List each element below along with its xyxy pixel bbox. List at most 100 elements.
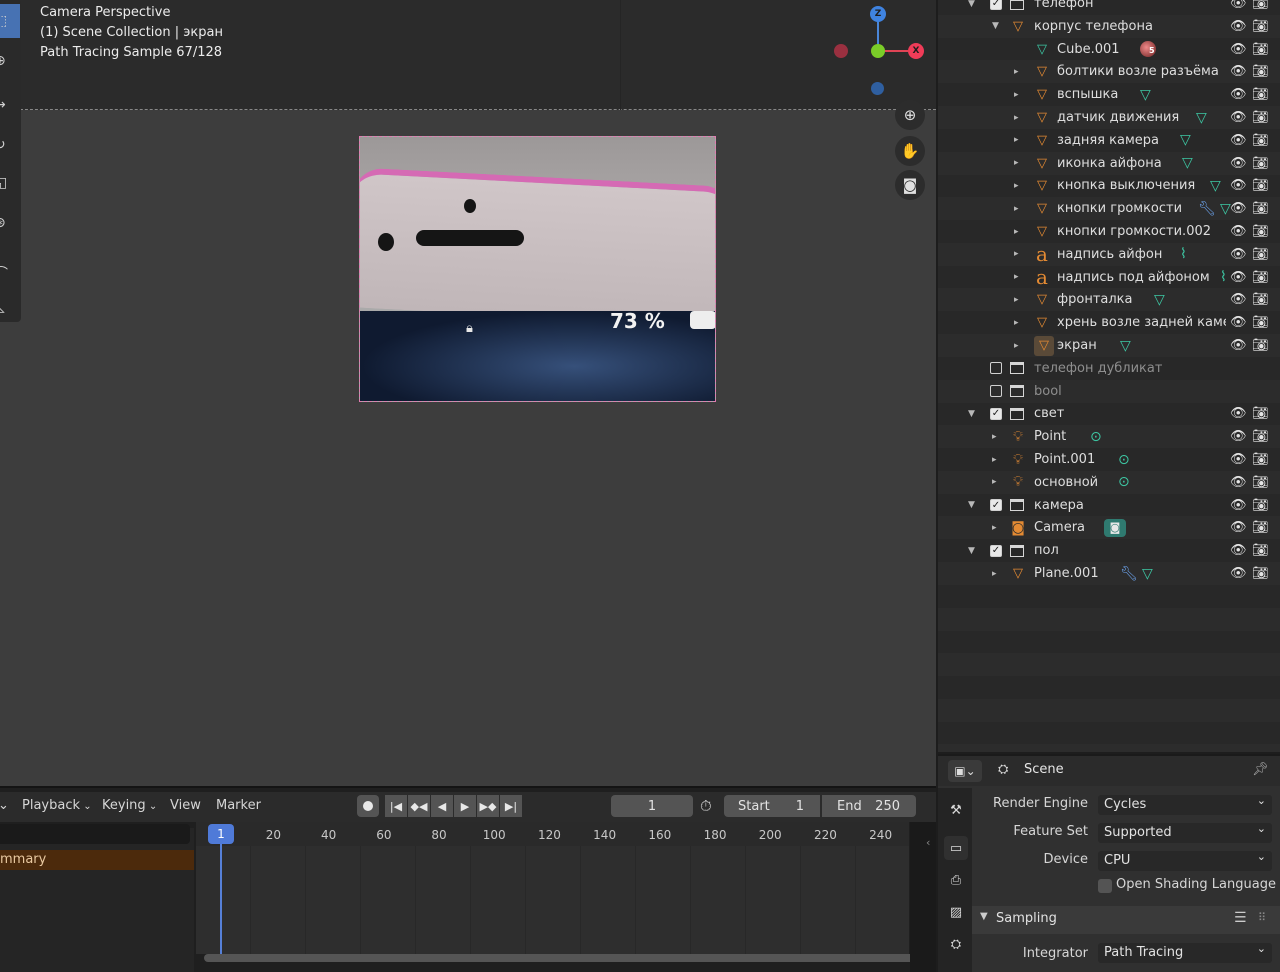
visibility-eye-icon[interactable]: 👁︎ [1230, 543, 1247, 558]
playback-menu[interactable]: Playback [22, 798, 92, 813]
expand-right-icon[interactable]: ▸ [1014, 181, 1019, 191]
camera-data-icon[interactable]: ◙ [1104, 518, 1126, 537]
scale-tool[interactable]: ◱ [0, 166, 20, 200]
next-keyframe-button[interactable]: ▶◆ [477, 795, 500, 817]
mesh-data-icon[interactable]: ▽ [1142, 566, 1153, 582]
outliner-row[interactable]: ▸ ▽ хрень возле задней камеры 👁︎ 📷︎ [938, 311, 1280, 334]
visibility-eye-icon[interactable]: 👁︎ [1230, 315, 1247, 330]
cursor-tool[interactable]: ⊕ [0, 44, 20, 78]
scene-tab[interactable]: ⛭ [944, 932, 968, 956]
render-camera-icon[interactable]: 📷︎ [1252, 201, 1269, 216]
drag-handle-icon[interactable]: ⠿ [1258, 911, 1266, 924]
render-camera-icon[interactable]: 📷︎ [1252, 543, 1269, 558]
mesh-data-icon[interactable]: ▽ [1210, 178, 1221, 194]
prev-keyframe-button[interactable]: ◆◀ [408, 795, 431, 817]
outliner-item-label[interactable]: фронталка [1057, 292, 1133, 307]
expand-right-icon[interactable]: ▸ [1014, 113, 1019, 123]
visibility-eye-icon[interactable]: 👁︎ [1230, 201, 1247, 216]
outliner-row[interactable]: ▸ ▽ фронталка ▽ 👁︎ 📷︎ [938, 288, 1280, 312]
expand-right-icon[interactable]: ▸ [1014, 272, 1019, 282]
outliner-row[interactable]: ▸ a надпись айфон ⌇ 👁︎ 📷︎ [938, 242, 1280, 266]
expand-down-icon[interactable]: ▼ [968, 409, 975, 419]
outliner-item-label[interactable]: корпус телефона [1034, 19, 1153, 34]
mesh-data-icon[interactable]: ▽ [1180, 132, 1191, 148]
mesh-data-icon[interactable]: ▽ [1120, 338, 1131, 354]
editor-type-dropdown[interactable]: ▣⌄ [948, 760, 982, 782]
render-tab[interactable]: ▭ [944, 836, 968, 860]
sidebar-toggle-icon[interactable]: ‹ [926, 836, 930, 849]
expand-right-icon[interactable]: ▸ [1014, 249, 1019, 259]
timeline-scrollbar[interactable] [204, 954, 926, 962]
render-camera-icon[interactable]: 📷︎ [1252, 292, 1269, 307]
outliner-item-label[interactable]: задняя камера [1057, 133, 1159, 148]
visibility-eye-icon[interactable]: 👁︎ [1230, 224, 1247, 239]
visibility-eye-icon[interactable]: 👁︎ [1230, 19, 1247, 34]
list-icon[interactable]: ☰ [1234, 910, 1247, 926]
exclude-checkbox[interactable]: ✓ [990, 544, 1002, 557]
light-data-icon[interactable]: ⊙ [1090, 429, 1102, 445]
outliner-item-label[interactable]: Cube.001 [1057, 42, 1120, 57]
transform-tool[interactable]: ⊛ [0, 206, 20, 240]
exclude-checkbox[interactable]: ✓ [990, 407, 1002, 420]
outliner-item-label[interactable]: датчик движения [1057, 110, 1179, 125]
outliner-row[interactable]: ▸ ◙ Camera ◙ 👁︎ 📷︎ [938, 516, 1280, 540]
render-camera-icon[interactable]: 📷︎ [1252, 42, 1269, 57]
visibility-eye-icon[interactable]: 👁︎ [1230, 247, 1247, 262]
outliner-row[interactable]: ▼ ✓ камера 👁︎ 📷︎ [938, 494, 1280, 517]
exclude-checkbox[interactable] [990, 362, 1002, 375]
outliner-row[interactable]: телефон дубликат [938, 357, 1280, 380]
outliner-row[interactable]: ▼ ✓ свет 👁︎ 📷︎ [938, 402, 1280, 425]
mesh-data-icon[interactable]: ▽ [1154, 292, 1165, 308]
expand-right-icon[interactable]: ▸ [1014, 227, 1019, 237]
exclude-checkbox[interactable] [990, 385, 1002, 398]
outliner-row[interactable]: ▸ ▽ болтики возле разъёма 👁︎ 📷︎ [938, 60, 1280, 84]
curve-data-icon[interactable]: ⌇ [1220, 269, 1227, 285]
outliner-row[interactable]: ▸ ▽ экран ▽ 👁︎ 📷︎ [938, 334, 1280, 357]
mesh-data-icon[interactable]: ▽ [1196, 110, 1207, 126]
marker-menu[interactable]: Marker [216, 798, 261, 813]
render-camera-icon[interactable]: 📷︎ [1252, 520, 1269, 535]
outliner-item-label[interactable]: иконка айфона [1057, 156, 1162, 171]
render-engine-dropdown[interactable]: Cycles [1098, 791, 1272, 815]
modifier-icon[interactable]: 🔧︎ [1198, 201, 1216, 217]
material-icon[interactable]: 5 [1140, 41, 1156, 58]
outliner-item-label[interactable]: экран [1057, 338, 1097, 353]
gizmo-neg-x-axis[interactable] [834, 44, 848, 58]
curve-data-icon[interactable]: ⌇ [1180, 246, 1187, 262]
render-camera-icon[interactable]: 📷︎ [1252, 315, 1269, 330]
expand-right-icon[interactable]: ▸ [992, 523, 997, 533]
zoom-button[interactable]: ⊕ [895, 100, 925, 130]
render-camera-icon[interactable]: 📷︎ [1252, 133, 1269, 148]
mesh-data-icon[interactable]: ▽ [1140, 87, 1151, 103]
frame-ruler[interactable]: 20 40 60 80 100 120 140 160 180 200 220 240 [196, 822, 909, 846]
render-camera-icon[interactable]: 📷︎ [1252, 338, 1269, 353]
render-camera-icon[interactable]: 📷︎ [1252, 452, 1269, 467]
outliner-item-label[interactable]: болтики возле разъёма [1057, 64, 1219, 79]
outliner-row[interactable]: ▼ ✓ пол 👁︎ 📷︎ [938, 539, 1280, 562]
outliner-item-label[interactable]: кнопки громкости.002 [1057, 224, 1211, 239]
render-camera-icon[interactable]: 📷︎ [1252, 498, 1269, 513]
expand-down-icon[interactable]: ▼ [968, 500, 975, 510]
render-camera-icon[interactable]: 📷︎ [1252, 156, 1269, 171]
gizmo-z-axis[interactable]: Z [870, 6, 886, 22]
gizmo-y-axis[interactable] [871, 44, 885, 58]
outliner-item-label[interactable]: вспышка [1057, 87, 1118, 102]
start-frame-field[interactable]: Start 1 [724, 795, 820, 817]
camera-view-button[interactable]: ◙ [895, 170, 925, 200]
stopwatch-icon[interactable]: ⏱ [700, 797, 712, 815]
visibility-eye-icon[interactable]: 👁︎ [1230, 110, 1247, 125]
expand-right-icon[interactable]: ▸ [1014, 295, 1019, 305]
outliner-row[interactable]: ▸ ▽ задняя камера ▽ 👁︎ 📷︎ [938, 129, 1280, 152]
view-layer-tab[interactable]: ▨ [944, 900, 968, 924]
3d-viewport[interactable]: ⬚ ⊕ ↔ ↻ ◱ ⊛ ⌒ ◺ Camera Perspective (1) S… [0, 0, 936, 786]
outliner-row[interactable]: ▸ ▽ датчик движения ▽ 👁︎ 📷︎ [938, 106, 1280, 129]
visibility-eye-icon[interactable]: 👁︎ [1230, 42, 1247, 57]
visibility-eye-icon[interactable]: 👁︎ [1230, 156, 1247, 171]
exclude-checkbox[interactable]: ✓ [990, 499, 1002, 512]
visibility-eye-icon[interactable]: 👁︎ [1230, 338, 1247, 353]
summary-channel[interactable]: mmary [0, 850, 194, 870]
outliner-row[interactable]: ▸ 💡︎ основной ⊙ 👁︎ 📷︎ [938, 470, 1280, 494]
outliner-row[interactable]: ▼ ✓ телефон 👁︎ 📷︎ [938, 0, 1280, 15]
auto-keying-button[interactable] [357, 795, 379, 817]
render-camera-icon[interactable]: 📷︎ [1252, 64, 1269, 79]
